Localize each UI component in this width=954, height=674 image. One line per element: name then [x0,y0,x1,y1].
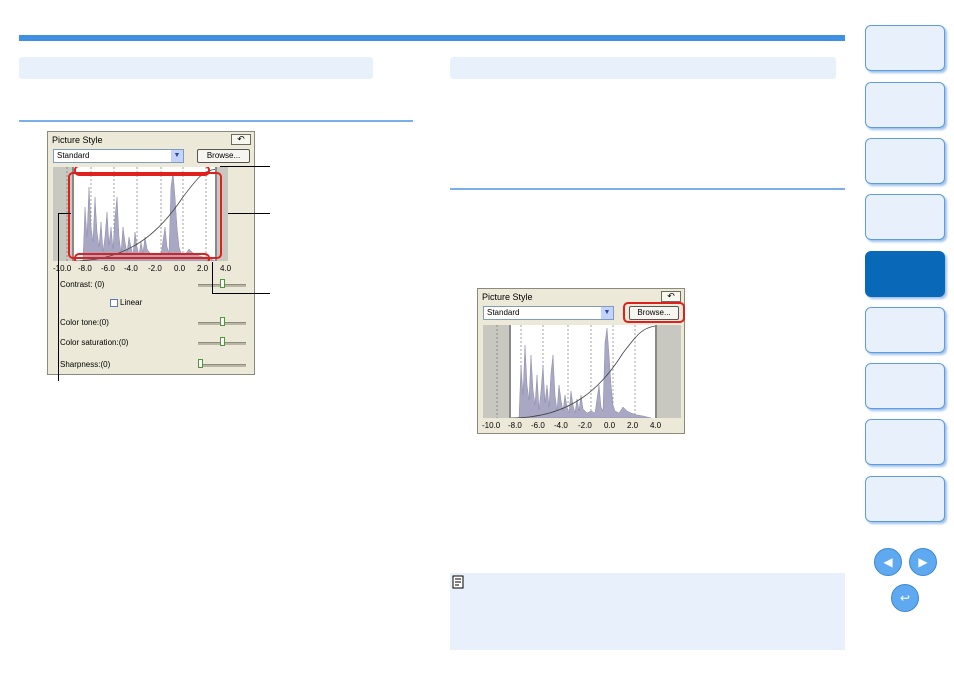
browse-button[interactable]: Browse... [197,149,250,163]
callout-line [58,213,71,214]
callout-line [228,213,270,214]
browse-highlight [623,302,685,323]
chevron-down-icon: ▼ [171,150,183,162]
nav-tab-1[interactable] [865,25,945,71]
tick-label: 4.0 [650,421,662,430]
picture-style-panel-large: Picture Style ↶ Standard ▼ Browse... -10… [47,131,255,375]
memo-icon [452,575,464,589]
picture-style-value: Standard [57,151,90,160]
previous-page-button[interactable]: ◀ [874,548,902,576]
nav-tab-3[interactable] [865,138,945,184]
callout-line [212,262,213,294]
memo-box [450,573,845,650]
tick-label: -4.0 [554,421,568,430]
panel-title: Picture Style [482,292,533,302]
left-section-heading-box [19,57,373,79]
tick-label: 4.0 [220,264,232,273]
undo-button[interactable]: ↶ [231,134,251,145]
top-accent-bar [19,35,845,41]
return-button[interactable]: ↩ [891,584,919,612]
linear-checkbox[interactable] [110,299,118,307]
tick-label: -6.0 [531,421,545,430]
tick-label: -8.0 [508,421,522,430]
nav-tab-5-active[interactable] [865,251,945,297]
callout-line [58,213,59,381]
tick-label: -10.0 [482,421,501,430]
sharpness-slider-track[interactable] [198,364,246,367]
tick-label: -2.0 [578,421,592,430]
contrast-label: Contrast: (0) [60,280,105,289]
tick-label: 0.0 [604,421,616,430]
tick-label: 0.0 [174,264,186,273]
tick-label: -10.0 [53,264,72,273]
picture-style-panel-small: Picture Style ↶ Standard ▼ Browse... -10… [477,288,685,434]
histogram-graph[interactable] [53,167,228,261]
tick-label: -6.0 [101,264,115,273]
nav-tab-2[interactable] [865,82,945,128]
color-saturation-label: Color saturation:(0) [60,338,129,347]
nav-tab-8[interactable] [865,419,945,465]
contrast-slider-thumb[interactable] [220,279,225,288]
color-saturation-slider-thumb[interactable] [220,337,225,346]
undo-icon: ↶ [237,134,245,144]
callout-line [212,293,270,294]
color-tone-slider-thumb[interactable] [220,317,225,326]
arrow-left-icon: ◀ [883,555,893,569]
return-icon: ↩ [899,591,911,605]
arrow-right-icon: ▶ [918,555,928,569]
chevron-down-icon: ▼ [601,307,613,319]
nav-tab-6[interactable] [865,307,945,353]
color-tone-label: Color tone:(0) [60,318,109,327]
linear-label: Linear [120,298,143,307]
sharpness-slider-thumb[interactable] [198,359,203,368]
picture-style-select[interactable]: Standard ▼ [483,306,614,320]
sharpness-label: Sharpness:(0) [60,360,111,369]
next-page-button[interactable]: ▶ [909,548,937,576]
tick-label: 2.0 [197,264,209,273]
panel-title: Picture Style [52,135,103,145]
undo-icon: ↶ [667,291,675,301]
nav-tab-4[interactable] [865,194,945,240]
callout-line [220,166,270,167]
nav-tab-7[interactable] [865,363,945,409]
nav-tab-9[interactable] [865,476,945,522]
right-section-heading-box [450,57,836,79]
tick-label: -2.0 [148,264,162,273]
picture-style-value: Standard [487,308,520,317]
tick-label: -8.0 [78,264,92,273]
picture-style-select[interactable]: Standard ▼ [53,149,184,163]
histogram-graph[interactable] [483,325,681,418]
tick-label: 2.0 [627,421,639,430]
tick-label: -4.0 [124,264,138,273]
undo-button[interactable]: ↶ [661,291,681,302]
left-section-rule [19,120,413,122]
right-section-rule [450,188,845,190]
